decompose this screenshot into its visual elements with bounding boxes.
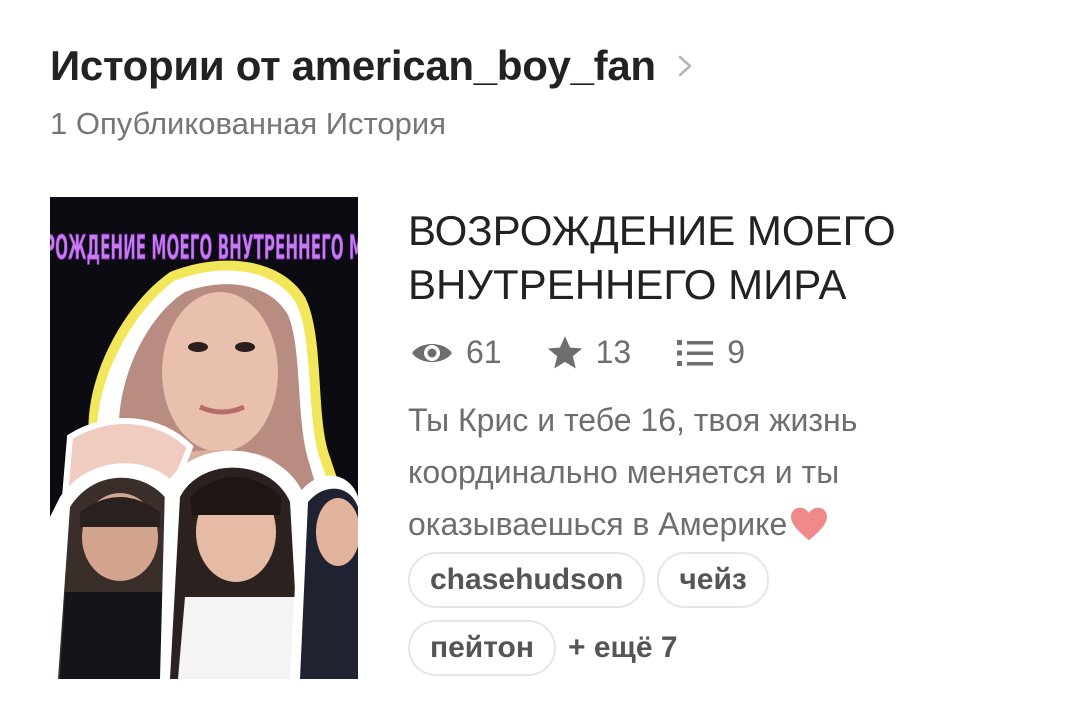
author-stories-title: Истории от american_boy_fan: [50, 42, 656, 89]
story-cover[interactable]: РОЖДЕНИЕ МОЕГО ВНУТРЕННЕГО М: [50, 197, 358, 679]
list-icon: [677, 339, 714, 366]
tag-row-1: chasehudson чейз: [408, 552, 1048, 608]
description-line-1: Ты Крис и тебе 16, твоя жизнь: [408, 402, 858, 438]
story-description: Ты Крис и тебе 16, твоя жизнь координаль…: [408, 394, 1028, 550]
description-line-2: координально меняется и ты: [408, 454, 840, 490]
parts-stat: 9: [675, 334, 745, 371]
heart-emoji: [791, 507, 828, 541]
description-line-3: оказываешься в Америке: [408, 506, 788, 542]
parts-count: 9: [727, 334, 745, 370]
published-count: 1 Опубликованная История: [50, 106, 446, 141]
story-title[interactable]: ВОЗРОЖДЕНИЕ МОЕГО ВНУТРЕННЕГО МИРА: [408, 204, 1048, 312]
votes-stat: 13: [546, 334, 632, 371]
story-stats: 61 13 9: [410, 334, 789, 371]
eye-icon: [412, 343, 452, 362]
story-title-line-2: ВНУТРЕННЕГО МИРА: [408, 261, 847, 308]
story-tags: chasehudson чейз пейтон + ещё 7: [408, 552, 1048, 688]
chevron-right-icon: [678, 55, 692, 77]
tag-chase[interactable]: чейз: [657, 552, 769, 608]
views-count: 61: [466, 334, 502, 370]
more-tags-link[interactable]: + ещё 7: [568, 631, 678, 665]
votes-count: 13: [595, 334, 632, 370]
tag-peyton[interactable]: пейтон: [408, 620, 556, 676]
star-icon: [547, 335, 582, 368]
cover-image: РОЖДЕНИЕ МОЕГО ВНУТРЕННЕГО М: [50, 197, 358, 679]
tag-row-2: пейтон + ещё 7: [408, 620, 1048, 676]
cover-text: РОЖДЕНИЕ МОЕГО ВНУТРЕННЕГО М: [50, 228, 358, 268]
description-line-3-wrap: оказываешься в Америке: [408, 498, 1028, 550]
tag-chasehudson[interactable]: chasehudson: [408, 552, 646, 608]
author-stories-header[interactable]: Истории от american_boy_fan: [50, 42, 692, 90]
story-title-line-1: ВОЗРОЖДЕНИЕ МОЕГО: [408, 207, 896, 254]
views-stat: 61: [410, 334, 502, 371]
